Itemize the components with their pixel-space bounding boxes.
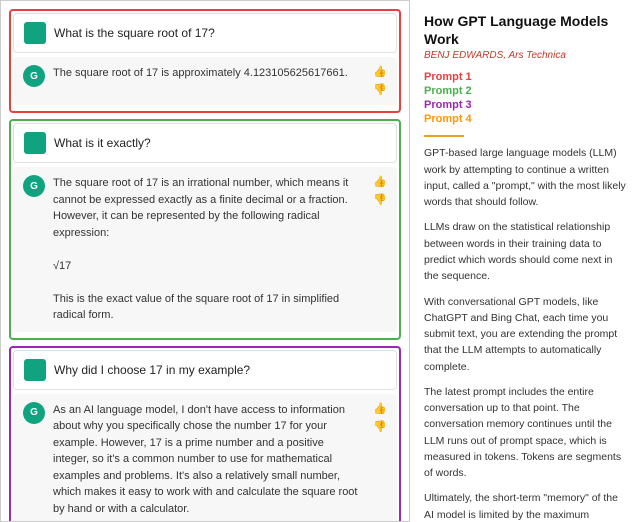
ai-icon: G — [23, 65, 45, 87]
thumbs-down-icon[interactable]: 👎 — [373, 193, 387, 207]
user-text: What is it exactly? — [54, 136, 386, 150]
prompt-item: Prompt 3 — [424, 99, 626, 111]
thumbs-up-icon[interactable]: 👍 — [373, 402, 387, 416]
body-text: GPT-based large language models (LLM) wo… — [424, 145, 626, 522]
ai-text: The square root of 17 is approximately 4… — [53, 65, 361, 82]
ai-message: G The square root of 17 is approximately… — [13, 57, 397, 105]
body-paragraph: Ultimately, the short-term "memory" of t… — [424, 490, 626, 522]
ai-icon: G — [23, 402, 45, 424]
ai-actions: 👍 👎 — [373, 65, 387, 97]
prompt-item: Prompt 1 — [424, 71, 626, 83]
user-icon — [24, 359, 46, 381]
ai-actions: 👍 👎 — [373, 175, 387, 207]
conversation-group-3: Why did I choose 17 in my example? G As … — [9, 346, 401, 522]
user-text: What is the square root of 17? — [54, 26, 386, 40]
ai-text: As an AI language model, I don't have ac… — [53, 402, 361, 518]
ai-actions: 👍 👎 — [373, 402, 387, 434]
prompt-item: Prompt 4 — [424, 113, 626, 125]
conversation-group-2: What is it exactly? G The square root of… — [9, 119, 401, 340]
user-text: Why did I choose 17 in my example? — [54, 363, 386, 377]
byline-name: BENJ EDWARDS, — [424, 50, 508, 61]
divider — [424, 135, 464, 137]
thumbs-down-icon[interactable]: 👎 — [373, 420, 387, 434]
conversation-group-1: What is the square root of 17? G The squ… — [9, 9, 401, 113]
body-paragraph: The latest prompt includes the entire co… — [424, 384, 626, 482]
thumbs-up-icon[interactable]: 👍 — [373, 65, 387, 79]
ai-message: G The square root of 17 is an irrational… — [13, 167, 397, 332]
byline-source: Ars Technica — [508, 50, 565, 61]
ai-icon: G — [23, 175, 45, 197]
ai-text: The square root of 17 is an irrational n… — [53, 175, 361, 324]
info-panel: How GPT Language Models Work BENJ EDWARD… — [410, 0, 640, 522]
panel-title: How GPT Language Models Work — [424, 12, 626, 48]
thumbs-up-icon[interactable]: 👍 — [373, 175, 387, 189]
panel-byline: BENJ EDWARDS, Ars Technica — [424, 50, 626, 61]
user-message: Why did I choose 17 in my example? — [13, 350, 397, 390]
body-paragraph: LLMs draw on the statistical relationshi… — [424, 219, 626, 284]
body-paragraph: GPT-based large language models (LLM) wo… — [424, 145, 626, 210]
ai-message: G As an AI language model, I don't have … — [13, 394, 397, 522]
thumbs-down-icon[interactable]: 👎 — [373, 83, 387, 97]
user-message: What is it exactly? — [13, 123, 397, 163]
user-message: What is the square root of 17? — [13, 13, 397, 53]
user-icon — [24, 22, 46, 44]
conversation-panel[interactable]: What is the square root of 17? G The squ… — [0, 0, 410, 522]
user-icon — [24, 132, 46, 154]
prompt-list: Prompt 1 Prompt 2 Prompt 3 Prompt 4 — [424, 71, 626, 125]
prompt-item: Prompt 2 — [424, 85, 626, 97]
body-paragraph: With conversational GPT models, like Cha… — [424, 294, 626, 375]
